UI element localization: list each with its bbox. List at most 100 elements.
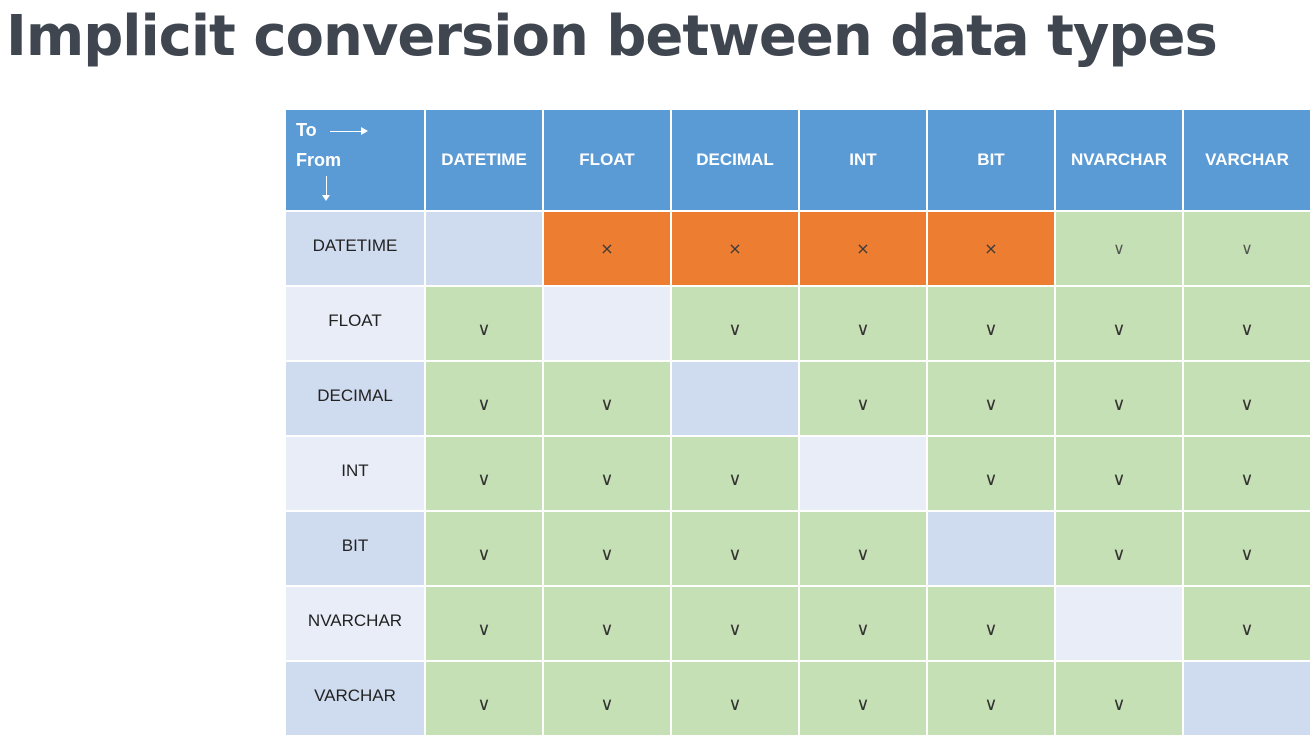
check-mark-icon: ∨ xyxy=(856,543,870,565)
check-mark-icon: ∨ xyxy=(856,693,870,715)
check-mark-icon: ∨ xyxy=(600,618,614,640)
conversion-allowed-cell: ∨ xyxy=(1182,585,1312,662)
conversion-allowed-cell: ∨ xyxy=(798,510,928,587)
conversion-allowed-cell: ∨ xyxy=(926,585,1056,662)
row-header: FLOAT xyxy=(284,285,426,362)
column-header-bit: BIT xyxy=(926,108,1056,212)
check-mark-icon: ∨ xyxy=(1241,239,1253,258)
row-header: DATETIME xyxy=(284,210,426,287)
check-mark-icon: ∨ xyxy=(728,543,742,565)
conversion-allowed-cell: ∨ xyxy=(1054,510,1184,587)
table-row: NVARCHAR ∨ ∨ ∨ ∨ ∨ ∨ xyxy=(284,585,1312,662)
table-row: BIT ∨ ∨ ∨ ∨ ∨ ∨ xyxy=(284,510,1312,587)
check-mark-icon: ∨ xyxy=(1112,318,1126,340)
check-mark-icon: ∨ xyxy=(600,693,614,715)
conversion-not-allowed-cell: × xyxy=(542,210,672,287)
row-header: BIT xyxy=(284,510,426,587)
table-row: INT ∨ ∨ ∨ ∨ ∨ ∨ xyxy=(284,435,1312,512)
diagonal-cell xyxy=(926,510,1056,587)
cross-mark-icon: × xyxy=(984,239,998,258)
conversion-allowed-cell: ∨ xyxy=(424,285,544,362)
to-label: To xyxy=(296,120,317,140)
cross-mark-icon: × xyxy=(728,239,742,258)
conversion-not-allowed-cell: × xyxy=(798,210,928,287)
check-mark-icon: ∨ xyxy=(856,393,870,415)
conversion-allowed-cell: ∨ xyxy=(542,435,672,512)
corner-cell: To From xyxy=(284,108,426,212)
check-mark-icon: ∨ xyxy=(477,393,491,415)
check-mark-icon: ∨ xyxy=(984,318,998,340)
check-mark-icon: ∨ xyxy=(1112,693,1126,715)
conversion-allowed-cell: ∨ xyxy=(542,360,672,437)
diagonal-cell xyxy=(1182,660,1312,737)
check-mark-icon: ∨ xyxy=(1112,543,1126,565)
arrow-right-icon xyxy=(330,127,368,135)
conversion-allowed-cell: ∨ xyxy=(1182,210,1312,287)
conversion-not-allowed-cell: × xyxy=(926,210,1056,287)
check-mark-icon: ∨ xyxy=(600,468,614,490)
conversion-not-allowed-cell: × xyxy=(670,210,800,287)
arrow-down-icon xyxy=(322,176,330,201)
conversion-allowed-cell: ∨ xyxy=(424,435,544,512)
column-header-int: INT xyxy=(798,108,928,212)
conversion-allowed-cell: ∨ xyxy=(798,360,928,437)
check-mark-icon: ∨ xyxy=(477,693,491,715)
conversion-allowed-cell: ∨ xyxy=(1182,285,1312,362)
conversion-allowed-cell: ∨ xyxy=(1182,510,1312,587)
conversion-allowed-cell: ∨ xyxy=(424,360,544,437)
conversion-allowed-cell: ∨ xyxy=(670,660,800,737)
check-mark-icon: ∨ xyxy=(1112,468,1126,490)
conversion-allowed-cell: ∨ xyxy=(424,660,544,737)
check-mark-icon: ∨ xyxy=(1240,543,1254,565)
conversion-allowed-cell: ∨ xyxy=(1054,285,1184,362)
conversion-allowed-cell: ∨ xyxy=(424,585,544,662)
conversion-allowed-cell: ∨ xyxy=(926,285,1056,362)
conversion-allowed-cell: ∨ xyxy=(542,510,672,587)
header-row: To From DATETIME FLOAT DECIMAL INT BIT N… xyxy=(284,108,1312,212)
conversion-allowed-cell: ∨ xyxy=(670,585,800,662)
row-header: INT xyxy=(284,435,426,512)
check-mark-icon: ∨ xyxy=(984,618,998,640)
page-title: Implicit conversion between data types xyxy=(6,4,1218,69)
check-mark-icon: ∨ xyxy=(728,693,742,715)
diagonal-cell xyxy=(670,360,800,437)
row-header: NVARCHAR xyxy=(284,585,426,662)
check-mark-icon: ∨ xyxy=(728,318,742,340)
conversion-allowed-cell: ∨ xyxy=(798,585,928,662)
conversion-allowed-cell: ∨ xyxy=(1182,360,1312,437)
column-header-decimal: DECIMAL xyxy=(670,108,800,212)
check-mark-icon: ∨ xyxy=(984,468,998,490)
conversion-allowed-cell: ∨ xyxy=(798,285,928,362)
conversion-allowed-cell: ∨ xyxy=(1054,360,1184,437)
conversion-allowed-cell: ∨ xyxy=(1054,660,1184,737)
conversion-allowed-cell: ∨ xyxy=(798,660,928,737)
check-mark-icon: ∨ xyxy=(856,318,870,340)
conversion-allowed-cell: ∨ xyxy=(670,285,800,362)
check-mark-icon: ∨ xyxy=(1240,618,1254,640)
column-header-float: FLOAT xyxy=(542,108,672,212)
check-mark-icon: ∨ xyxy=(1240,318,1254,340)
conversion-allowed-cell: ∨ xyxy=(670,510,800,587)
cross-mark-icon: × xyxy=(600,239,614,258)
matrix-body: DATETIME × × × × ∨ ∨ FLOAT ∨ ∨ ∨ ∨ ∨ ∨ DECIMAL ∨ ∨ ∨ ∨ ∨ ∨ IN… xyxy=(284,210,1312,737)
cross-mark-icon: × xyxy=(856,239,870,258)
check-mark-icon: ∨ xyxy=(728,468,742,490)
check-mark-icon: ∨ xyxy=(1113,239,1125,258)
check-mark-icon: ∨ xyxy=(477,618,491,640)
column-header-varchar: VARCHAR xyxy=(1182,108,1312,212)
check-mark-icon: ∨ xyxy=(1240,393,1254,415)
table-row: DECIMAL ∨ ∨ ∨ ∨ ∨ ∨ xyxy=(284,360,1312,437)
row-header: DECIMAL xyxy=(284,360,426,437)
diagonal-cell xyxy=(798,435,928,512)
table-row: DATETIME × × × × ∨ ∨ xyxy=(284,210,1312,287)
check-mark-icon: ∨ xyxy=(600,393,614,415)
check-mark-icon: ∨ xyxy=(477,543,491,565)
check-mark-icon: ∨ xyxy=(984,393,998,415)
column-header-datetime: DATETIME xyxy=(424,108,544,212)
check-mark-icon: ∨ xyxy=(1240,468,1254,490)
conversion-matrix: To From DATETIME FLOAT DECIMAL INT BIT N… xyxy=(284,108,1312,737)
conversion-allowed-cell: ∨ xyxy=(1182,435,1312,512)
check-mark-icon: ∨ xyxy=(728,618,742,640)
check-mark-icon: ∨ xyxy=(477,318,491,340)
from-label: From xyxy=(296,150,341,170)
